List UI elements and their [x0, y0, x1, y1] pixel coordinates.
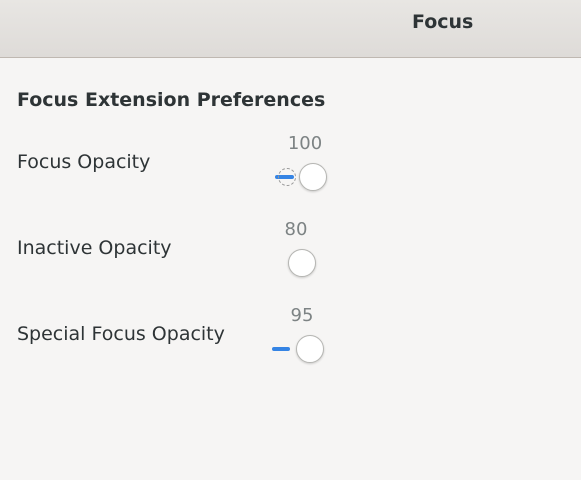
- special-focus-opacity-label: Special Focus Opacity: [17, 323, 225, 345]
- focus-opacity-handle[interactable]: [299, 163, 327, 191]
- inactive-opacity-slider[interactable]: 80: [266, 219, 326, 279]
- focus-ring-indicator: [278, 168, 296, 186]
- preferences-window: Focus Focus Extension Preferences Focus …: [0, 0, 581, 480]
- special-focus-opacity-slider[interactable]: 95: [272, 305, 332, 365]
- focus-opacity-label: Focus Opacity: [17, 151, 151, 173]
- window-title: Focus: [412, 11, 474, 33]
- inactive-opacity-label: Inactive Opacity: [17, 237, 172, 259]
- inactive-opacity-handle[interactable]: [288, 249, 316, 277]
- header-bar: Focus: [0, 0, 581, 58]
- section-heading: Focus Extension Preferences: [17, 89, 326, 111]
- special-focus-opacity-fill: [272, 347, 290, 351]
- special-focus-opacity-value: 95: [290, 305, 314, 326]
- focus-opacity-value: 100: [287, 133, 323, 154]
- inactive-opacity-value: 80: [284, 219, 308, 240]
- special-focus-opacity-handle[interactable]: [296, 335, 324, 363]
- focus-opacity-slider[interactable]: 100: [275, 133, 335, 193]
- preferences-content: Focus Extension Preferences Focus Opacit…: [0, 58, 581, 480]
